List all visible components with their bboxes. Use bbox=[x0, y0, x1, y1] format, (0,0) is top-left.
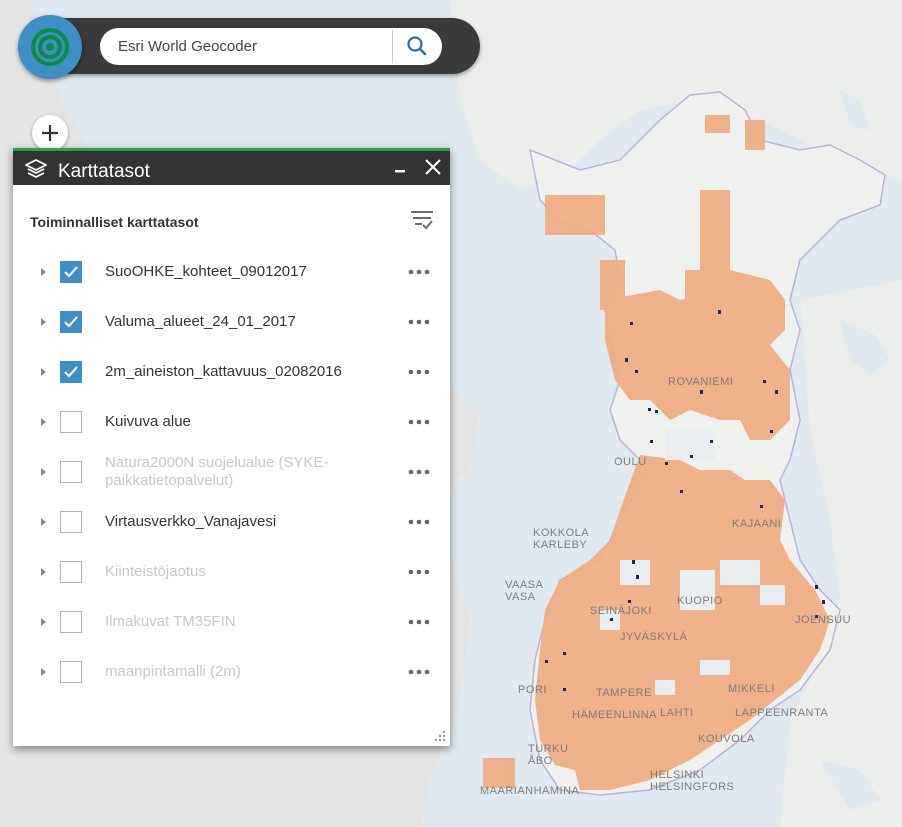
expand-arrow-icon[interactable] bbox=[39, 365, 49, 379]
layer-label[interactable]: Natura2000N suojelualue (SYKE-paikkatiet… bbox=[105, 447, 375, 497]
layer-checkbox[interactable] bbox=[60, 311, 82, 333]
layer-checkbox[interactable] bbox=[60, 611, 82, 633]
close-button[interactable] bbox=[421, 155, 445, 179]
checkmark-icon bbox=[64, 366, 78, 378]
layer-label[interactable]: maanpintamalli (2m) bbox=[105, 647, 375, 697]
resize-handle-icon[interactable] bbox=[434, 730, 446, 742]
map-label-seinajoki: SEINÄJOKI bbox=[590, 605, 652, 617]
layer-label[interactable]: Ilmakuvat TM35FIN bbox=[105, 597, 375, 647]
plus-icon bbox=[42, 125, 58, 141]
filter-list-icon[interactable] bbox=[410, 209, 434, 231]
section-title: Toiminnalliset karttatasot bbox=[30, 214, 199, 230]
layer-row[interactable]: 2m_aineiston_kattavuus_02082016 bbox=[13, 347, 450, 397]
map-label-maarianhamina: MAARIANHAMINA bbox=[480, 785, 580, 797]
close-icon bbox=[425, 159, 441, 175]
map-label-lahti: LAHTI bbox=[660, 707, 694, 719]
expand-arrow-icon[interactable] bbox=[39, 665, 49, 679]
map-label-kouvola: KOUVOLA bbox=[698, 733, 755, 745]
layer-label[interactable]: Kiinteistöjaotus bbox=[105, 547, 375, 597]
layer-checkbox[interactable] bbox=[60, 461, 82, 483]
more-options-icon[interactable] bbox=[407, 567, 431, 577]
layer-label[interactable]: Valuma_alueet_24_01_2017 bbox=[105, 297, 375, 347]
layer-row[interactable]: Kuivuva alue bbox=[13, 397, 450, 447]
map-label-hameenlinna: HÄMEENLINNA bbox=[572, 709, 657, 721]
more-options-icon[interactable] bbox=[407, 617, 431, 627]
layer-list-panel: Karttatasot Toiminnalliset karttatasot S… bbox=[13, 148, 450, 746]
search-button[interactable] bbox=[393, 28, 442, 65]
more-options-icon[interactable] bbox=[407, 317, 431, 327]
minimize-button[interactable] bbox=[389, 155, 411, 179]
map-label-vaasa: VAASA bbox=[505, 579, 544, 591]
layer-row[interactable]: Virtausverkko_Vanajavesi bbox=[13, 497, 450, 547]
zoom-in-button[interactable] bbox=[32, 115, 68, 151]
expand-arrow-icon[interactable] bbox=[39, 615, 49, 629]
map-label-helsinki: HELSINKI bbox=[650, 769, 704, 781]
layer-checkbox[interactable] bbox=[60, 511, 82, 533]
layer-row[interactable]: Kiinteistöjaotus bbox=[13, 547, 450, 597]
map-label-rovaniemi: ROVANIEMI bbox=[668, 376, 733, 388]
layer-row[interactable]: Valuma_alueet_24_01_2017 bbox=[13, 297, 450, 347]
layer-row[interactable]: maanpintamalli (2m) bbox=[13, 647, 450, 697]
map-label-kuopio: KUOPIO bbox=[677, 595, 723, 607]
map-label-joensuu: JOENSUU bbox=[795, 614, 851, 626]
minimize-icon bbox=[395, 170, 405, 173]
expand-arrow-icon[interactable] bbox=[39, 565, 49, 579]
more-options-icon[interactable] bbox=[407, 517, 431, 527]
more-options-icon[interactable] bbox=[407, 667, 431, 677]
more-options-icon[interactable] bbox=[407, 467, 431, 477]
layer-row[interactable]: Ilmakuvat TM35FIN bbox=[13, 597, 450, 647]
layer-label[interactable]: 2m_aineiston_kattavuus_02082016 bbox=[105, 347, 375, 397]
layer-label[interactable]: SuoOHKE_kohteet_09012017 bbox=[105, 247, 375, 297]
checkmark-icon bbox=[64, 266, 78, 278]
map-label-pori: PORI bbox=[518, 684, 547, 696]
map-label-vasa: VASA bbox=[505, 591, 536, 603]
map-label-jyvaskyla: JYVÄSKYLÄ bbox=[620, 631, 688, 643]
checkmark-icon bbox=[64, 316, 78, 328]
more-options-icon[interactable] bbox=[407, 417, 431, 427]
map-label-karleby: KARLEBY bbox=[533, 539, 587, 551]
layers-icon bbox=[25, 159, 47, 178]
layer-row[interactable]: SuoOHKE_kohteet_09012017 bbox=[13, 247, 450, 297]
layer-checkbox[interactable] bbox=[60, 411, 82, 433]
layer-checkbox[interactable] bbox=[60, 661, 82, 683]
map-label-lappeenranta: LAPPEENRANTA bbox=[735, 707, 828, 719]
map-label-turku: TURKU bbox=[528, 743, 568, 755]
search-icon bbox=[407, 36, 427, 56]
layer-label[interactable]: Kuivuva alue bbox=[105, 397, 375, 447]
more-options-icon[interactable] bbox=[407, 267, 431, 277]
map-label-tampere: TAMPERE bbox=[596, 687, 652, 699]
map-label-mikkeli: MIKKELI bbox=[728, 683, 775, 695]
expand-arrow-icon[interactable] bbox=[39, 265, 49, 279]
expand-arrow-icon[interactable] bbox=[39, 465, 49, 479]
search-box bbox=[100, 28, 442, 65]
search-input[interactable] bbox=[100, 28, 390, 65]
map-label-kokkola: KOKKOLA bbox=[533, 527, 589, 539]
expand-arrow-icon[interactable] bbox=[39, 515, 49, 529]
more-options-icon[interactable] bbox=[407, 367, 431, 377]
layer-checkbox[interactable] bbox=[60, 561, 82, 583]
layer-row[interactable]: Natura2000N suojelualue (SYKE-paikkatiet… bbox=[13, 447, 450, 497]
target-logo-icon bbox=[31, 28, 69, 66]
panel-header: Karttatasot bbox=[13, 148, 450, 185]
map-label-helsingfors: HELSINGFORS bbox=[650, 781, 734, 793]
expand-arrow-icon[interactable] bbox=[39, 415, 49, 429]
expand-arrow-icon[interactable] bbox=[39, 315, 49, 329]
layer-label[interactable]: Virtausverkko_Vanajavesi bbox=[105, 497, 375, 547]
app-logo[interactable] bbox=[18, 15, 82, 79]
layer-checkbox[interactable] bbox=[60, 361, 82, 383]
panel-title: Karttatasot bbox=[58, 161, 150, 182]
map-label-oulu: OULU bbox=[614, 456, 647, 468]
layer-checkbox[interactable] bbox=[60, 261, 82, 283]
map-label-kajaani: KAJAANI bbox=[732, 518, 781, 530]
map-label-abo: ÅBO bbox=[528, 754, 553, 767]
